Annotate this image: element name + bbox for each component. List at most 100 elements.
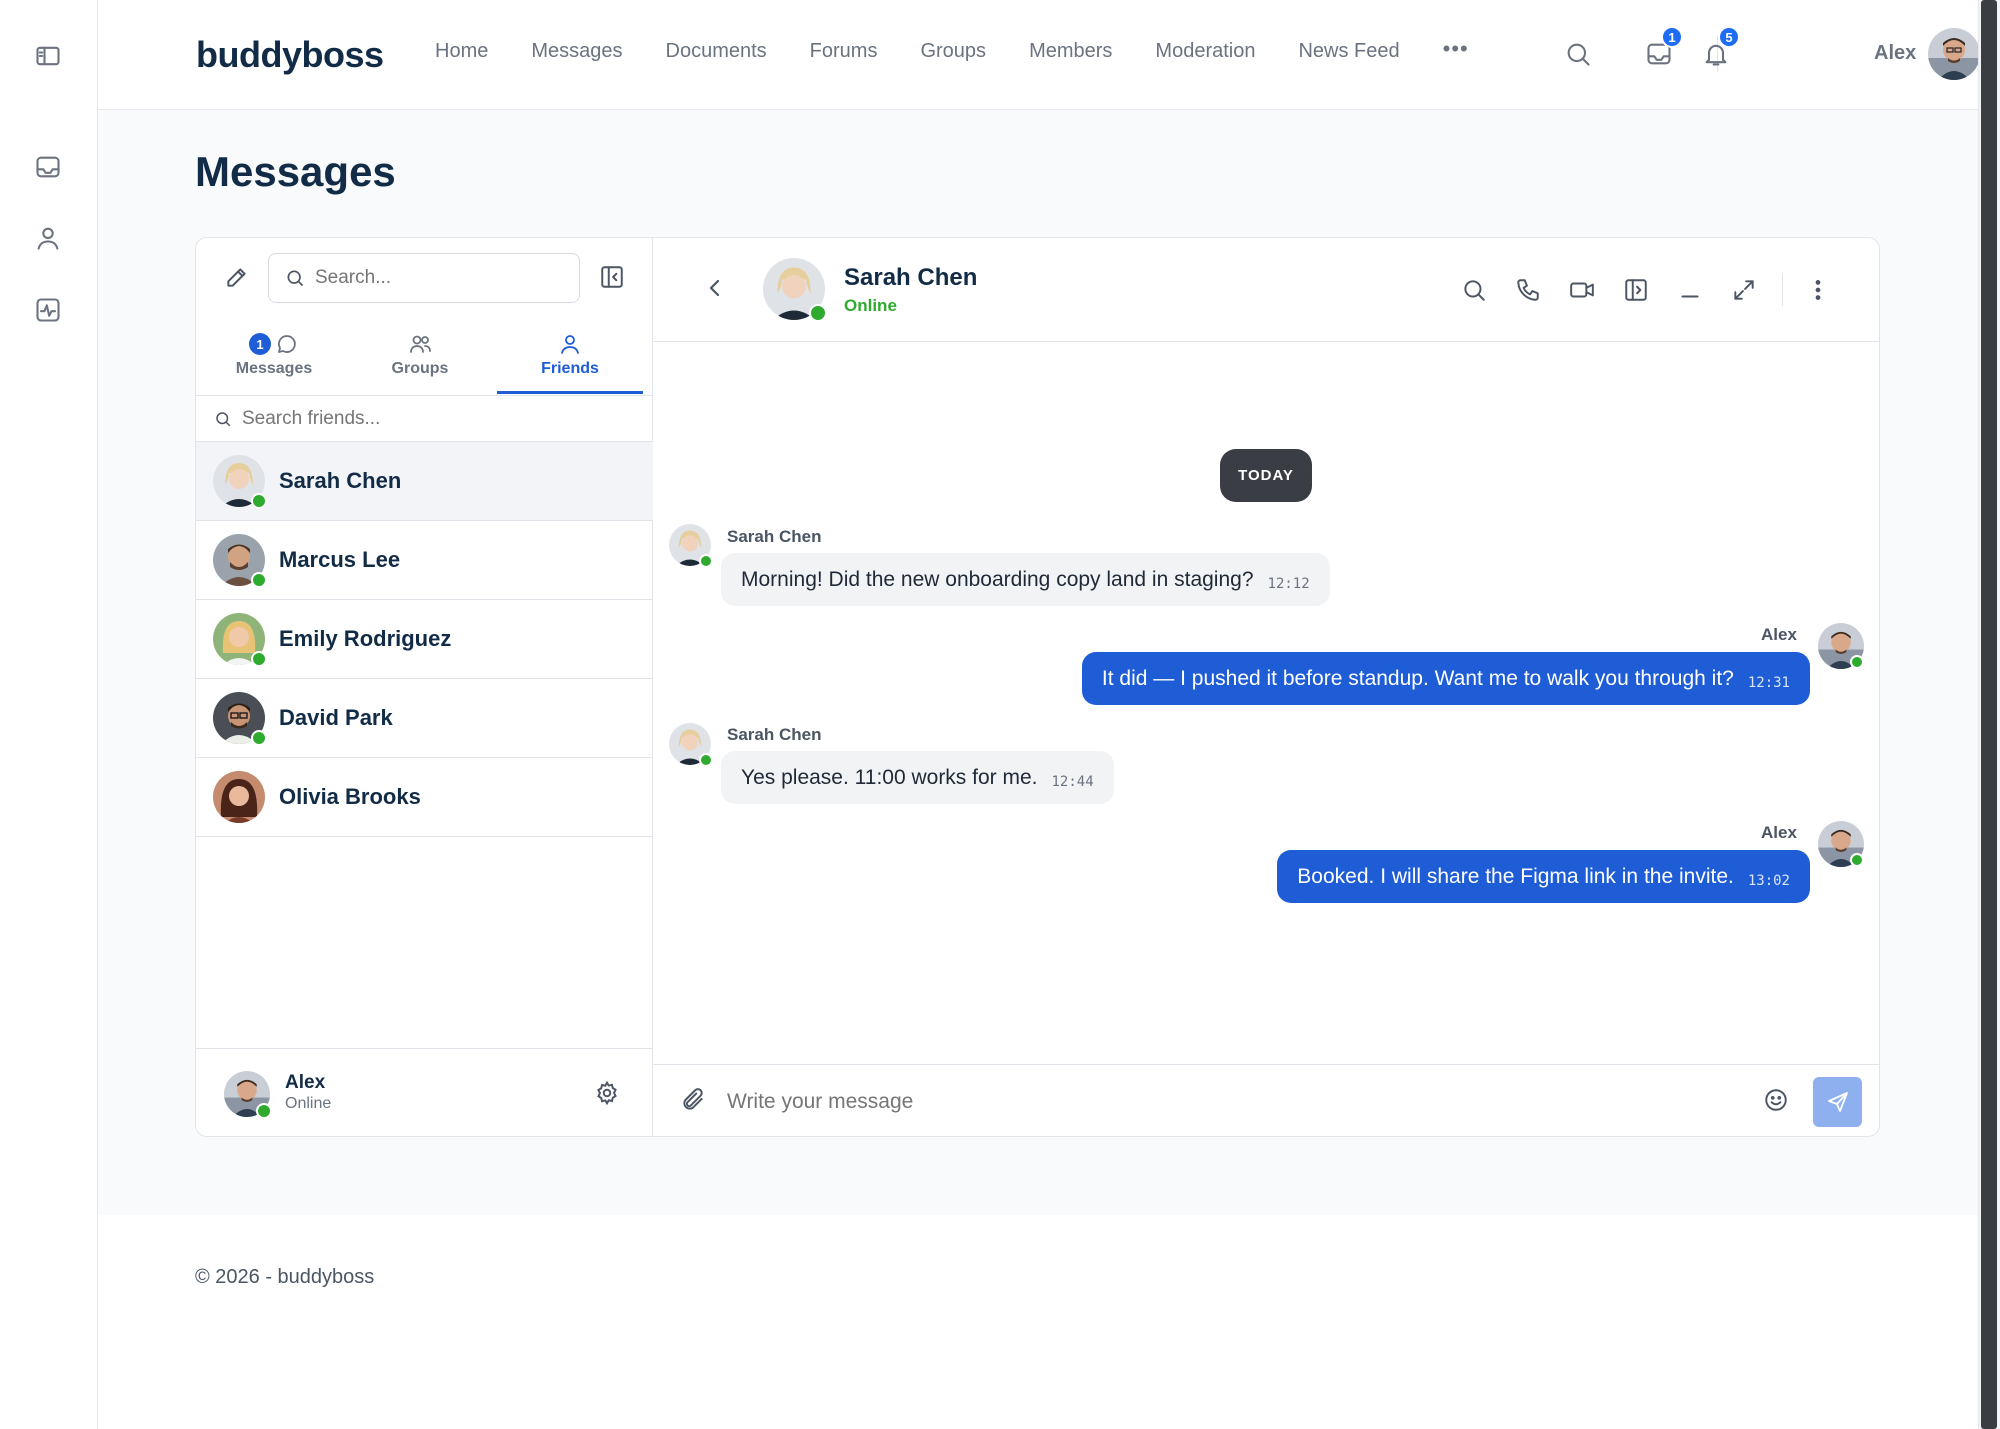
- contact-name[interactable]: Sarah Chen: [844, 264, 977, 292]
- nav-news-feed[interactable]: News Feed: [1298, 40, 1399, 63]
- inbox-icon[interactable]: 1: [1643, 26, 1683, 70]
- message-text: Morning! Did the new onboarding copy lan…: [741, 567, 1254, 591]
- tab-friends-label: Friends: [541, 360, 599, 377]
- message-text: It did — I pushed it before standup. Wan…: [1101, 666, 1734, 690]
- brand-logo[interactable]: buddyboss: [196, 34, 384, 76]
- nav-moderation[interactable]: Moderation: [1155, 40, 1255, 63]
- chat-window: Sarah Chen Online TODAY Sarah Chen Morni…: [653, 238, 1879, 1136]
- sender-avatar[interactable]: [1818, 821, 1864, 867]
- collapse-panel-icon[interactable]: [599, 264, 629, 294]
- nav-home[interactable]: Home: [435, 40, 488, 63]
- messages-tab-badge: 1: [249, 333, 271, 355]
- sender-avatar[interactable]: [1818, 623, 1864, 669]
- scrollbar-thumb[interactable]: [1981, 0, 1997, 1429]
- message-time: 12:44: [1051, 773, 1094, 790]
- left-rail: [0, 0, 98, 1429]
- inbox-badge: 1: [1661, 26, 1683, 48]
- friend-item-david-park[interactable]: David Park: [196, 679, 653, 758]
- video-camera-icon[interactable]: [1567, 275, 1597, 305]
- nav-forums[interactable]: Forums: [810, 40, 878, 63]
- tab-friends[interactable]: Friends: [497, 330, 643, 394]
- header-user-name[interactable]: Alex: [1874, 42, 1916, 65]
- top-header: buddyboss Home Messages Documents Forums…: [98, 0, 1980, 110]
- sidebar-search[interactable]: [268, 253, 580, 303]
- sender-avatar[interactable]: [669, 723, 713, 767]
- inbox-icon[interactable]: [33, 152, 63, 182]
- current-user-footer: Alex Online: [196, 1048, 653, 1136]
- page-scrollbar[interactable]: [1978, 0, 2000, 1429]
- friend-name: Marcus Lee: [279, 547, 401, 572]
- nav-documents[interactable]: Documents: [666, 40, 767, 63]
- sender-avatar[interactable]: [669, 524, 713, 568]
- avatar: [213, 771, 265, 823]
- bell-icon[interactable]: 5: [1700, 26, 1740, 70]
- contact-avatar[interactable]: [763, 258, 827, 322]
- friend-search-input[interactable]: [242, 407, 622, 430]
- main-nav: Home Messages Documents Forums Groups Me…: [435, 36, 1512, 63]
- chat-header: Sarah Chen Online: [653, 238, 1879, 342]
- message-sender: Sarah Chen: [727, 725, 822, 744]
- tab-groups[interactable]: Groups: [347, 330, 493, 390]
- send-button[interactable]: [1813, 1077, 1862, 1127]
- compose-icon[interactable]: [224, 264, 254, 294]
- message-bubble[interactable]: It did — I pushed it before standup. Wan…: [1081, 652, 1810, 705]
- friends-list: Sarah Chen Marcus Lee Emily Rodriguez Da…: [196, 442, 653, 837]
- friend-name: Sarah Chen: [279, 468, 402, 493]
- avatar[interactable]: [224, 1071, 272, 1119]
- tab-messages[interactable]: 1 Messages: [201, 330, 347, 390]
- gear-icon[interactable]: [594, 1080, 622, 1108]
- avatar: [213, 455, 267, 509]
- search-icon[interactable]: [1562, 38, 1594, 70]
- day-divider: TODAY: [1220, 449, 1312, 502]
- message-time: 12:12: [1267, 575, 1310, 592]
- friend-item-marcus-lee[interactable]: Marcus Lee: [196, 521, 653, 600]
- message-bubble[interactable]: Morning! Did the new onboarding copy lan…: [721, 553, 1330, 606]
- more-vertical-icon[interactable]: [1803, 275, 1833, 305]
- side-panel-icon[interactable]: [1621, 275, 1651, 305]
- minimize-icon[interactable]: [1675, 275, 1705, 305]
- nav-messages[interactable]: Messages: [531, 40, 622, 63]
- friend-item-olivia-brooks[interactable]: Olivia Brooks: [196, 758, 653, 837]
- online-indicator: [699, 753, 713, 767]
- friend-name: Olivia Brooks: [279, 784, 421, 809]
- group-icon: [410, 335, 431, 353]
- chat-bubble-icon: [278, 335, 296, 353]
- message-sender: Sarah Chen: [727, 527, 822, 546]
- message-bubble[interactable]: Yes please. 11:00 works for me. 12:44: [721, 751, 1114, 804]
- messenger-panel: 1 Messages Groups Friends: [195, 237, 1880, 1137]
- send-icon: [1827, 1092, 1848, 1112]
- sidebar-search-input[interactable]: [315, 267, 565, 289]
- message-text: Yes please. 11:00 works for me.: [741, 765, 1038, 789]
- online-indicator: [251, 651, 267, 667]
- footer: [98, 1215, 1978, 1429]
- chevron-left-icon[interactable]: [703, 276, 731, 304]
- online-indicator: [1850, 853, 1864, 867]
- search-icon: [287, 270, 304, 287]
- sidebar-toggle-icon[interactable]: [33, 41, 63, 71]
- friend-item-sarah-chen[interactable]: Sarah Chen: [196, 442, 653, 521]
- phone-icon[interactable]: [1513, 275, 1543, 305]
- message-composer: [653, 1064, 1879, 1136]
- avatar: [213, 534, 267, 588]
- friend-name: Emily Rodriguez: [279, 626, 452, 651]
- header-avatar[interactable]: [1928, 28, 1980, 80]
- avatar: [213, 613, 267, 667]
- message-bubble[interactable]: Booked. I will share the Figma link in t…: [1277, 850, 1810, 903]
- expand-icon[interactable]: [1729, 275, 1759, 305]
- profile-icon[interactable]: [33, 223, 63, 253]
- nav-groups[interactable]: Groups: [920, 40, 986, 63]
- friend-name: David Park: [279, 705, 393, 730]
- activity-icon[interactable]: [33, 295, 63, 325]
- paperclip-icon[interactable]: [680, 1087, 710, 1117]
- message-input[interactable]: [727, 1083, 1727, 1121]
- avatar: [213, 692, 267, 746]
- online-indicator: [809, 304, 827, 322]
- nav-more-icon[interactable]: •••: [1443, 36, 1469, 63]
- header-divider: [1782, 274, 1783, 306]
- nav-members[interactable]: Members: [1029, 40, 1112, 63]
- message-time: 13:02: [1747, 872, 1790, 889]
- search-icon[interactable]: [1459, 275, 1489, 305]
- friend-search[interactable]: [196, 395, 653, 442]
- emoji-icon[interactable]: [1763, 1087, 1793, 1117]
- friend-item-emily-rodriguez[interactable]: Emily Rodriguez: [196, 600, 653, 679]
